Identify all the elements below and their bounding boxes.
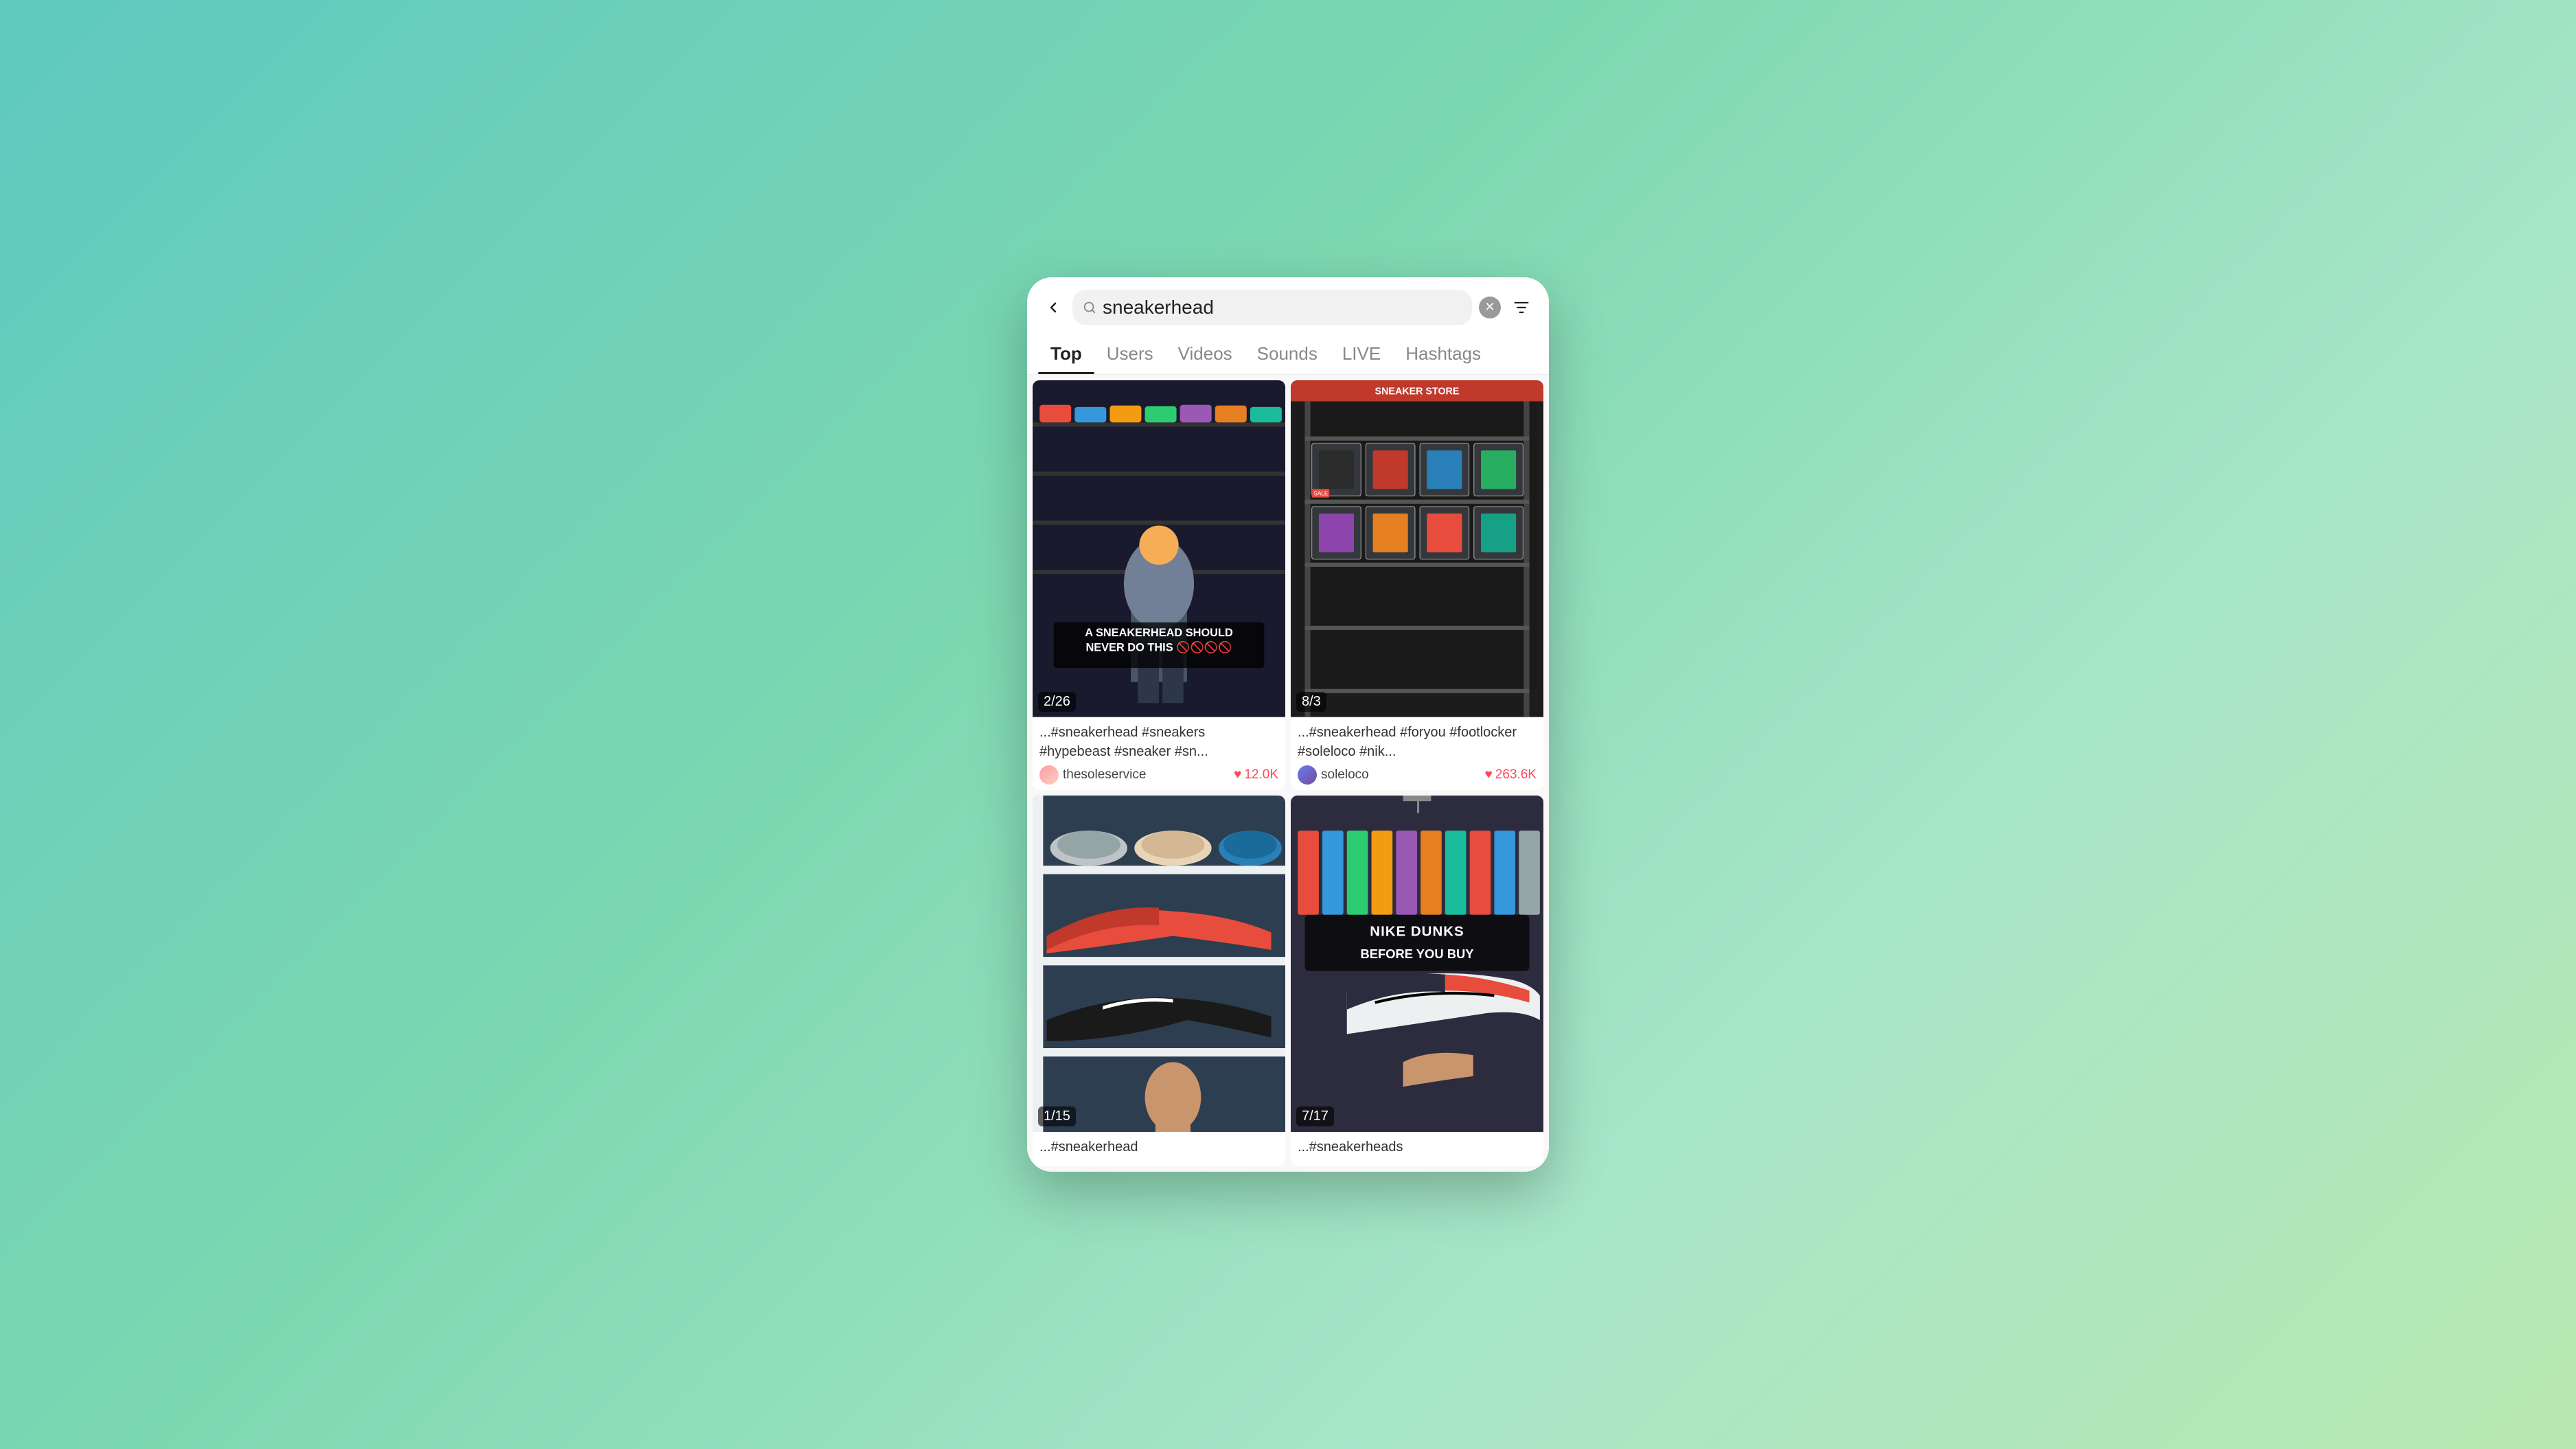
video-meta: ...#sneakerhead #foryou #footlocker #sol…	[1291, 717, 1543, 790]
filter-button[interactable]	[1508, 294, 1535, 321]
search-input-wrap[interactable]: sneakerhead	[1072, 290, 1472, 325]
like-count: ♥ 12.0K	[1234, 767, 1278, 783]
video-card[interactable]: A SNEAKERHEAD SHOULD NEVER DO THIS 🚫🚫🚫🚫 …	[1033, 380, 1285, 790]
video-counter: 1/15	[1038, 1106, 1076, 1126]
video-card[interactable]: SALE SNEAKER STORE 8/3 ...#sneakerhead #…	[1291, 380, 1543, 790]
like-count: ♥ 263.6K	[1484, 767, 1537, 783]
video-tags: ...#sneakerhead #sneakers #hypebeast #sn…	[1039, 723, 1278, 761]
tab-live[interactable]: LIVE	[1330, 334, 1393, 374]
video-counter: 2/26	[1038, 692, 1076, 712]
content-area: A SNEAKERHEAD SHOULD NEVER DO THIS 🚫🚫🚫🚫 …	[1027, 375, 1549, 1172]
video-meta: ...#sneakerhead #sneakers #hypebeast #sn…	[1033, 717, 1285, 790]
video-card[interactable]: 1/15 ...#sneakerhead	[1033, 796, 1285, 1167]
svg-text:SNEAKER STORE: SNEAKER STORE	[1375, 386, 1460, 397]
search-bar: sneakerhead ✕	[1027, 277, 1549, 334]
author-avatar	[1039, 765, 1059, 785]
heart-icon: ♥	[1234, 767, 1241, 783]
video-thumbnail: 1/15	[1033, 796, 1285, 1133]
svg-text:SALE: SALE	[1314, 490, 1329, 496]
video-meta: ...#sneakerheads	[1291, 1132, 1543, 1166]
video-tags: ...#sneakerhead #foryou #footlocker #sol…	[1298, 723, 1537, 761]
search-input[interactable]: sneakerhead	[1103, 297, 1462, 318]
svg-text:NIKE DUNKS: NIKE DUNKS	[1370, 923, 1464, 939]
tab-hashtags[interactable]: Hashtags	[1393, 334, 1493, 374]
tab-top[interactable]: Top	[1038, 334, 1094, 374]
video-tags: ...#sneakerhead	[1039, 1137, 1278, 1157]
tab-sounds[interactable]: Sounds	[1245, 334, 1330, 374]
heart-icon: ♥	[1484, 767, 1492, 783]
search-icon	[1082, 300, 1097, 315]
video-counter: 8/3	[1296, 692, 1326, 712]
video-thumbnail: A SNEAKERHEAD SHOULD NEVER DO THIS 🚫🚫🚫🚫 …	[1033, 380, 1285, 717]
video-grid: A SNEAKERHEAD SHOULD NEVER DO THIS 🚫🚫🚫🚫 …	[1033, 380, 1543, 1166]
video-meta: ...#sneakerhead	[1033, 1132, 1285, 1166]
tab-bar: Top Users Videos Sounds LIVE Hashtags	[1027, 334, 1549, 375]
svg-text:A SNEAKERHEAD SHOULD: A SNEAKERHEAD SHOULD	[1085, 627, 1233, 639]
video-tags: ...#sneakerheads	[1298, 1137, 1537, 1157]
video-counter: 7/17	[1296, 1106, 1334, 1126]
app-window: sneakerhead ✕ Top Users Videos Sounds LI…	[1027, 277, 1549, 1172]
tab-videos[interactable]: Videos	[1166, 334, 1245, 374]
clear-button[interactable]: ✕	[1479, 297, 1501, 318]
video-author-row: soleloco ♥ 263.6K	[1298, 765, 1537, 785]
video-card[interactable]: NIKE DUNKS BEFORE YOU BUY 7/17 ...#sneak…	[1291, 796, 1543, 1167]
video-thumbnail: NIKE DUNKS BEFORE YOU BUY 7/17	[1291, 796, 1543, 1133]
filter-icon	[1512, 298, 1531, 317]
svg-text:NEVER DO THIS 🚫🚫🚫🚫: NEVER DO THIS 🚫🚫🚫🚫	[1085, 640, 1232, 653]
video-thumbnail: SALE SNEAKER STORE 8/3	[1291, 380, 1543, 717]
author-name: thesoleservice	[1063, 767, 1230, 783]
author-name: soleloco	[1321, 767, 1480, 783]
svg-text:BEFORE YOU BUY: BEFORE YOU BUY	[1360, 947, 1473, 961]
video-author-row: thesoleservice ♥ 12.0K	[1039, 765, 1278, 785]
back-button[interactable]	[1041, 295, 1066, 320]
tab-users[interactable]: Users	[1094, 334, 1166, 374]
author-avatar	[1298, 765, 1317, 785]
